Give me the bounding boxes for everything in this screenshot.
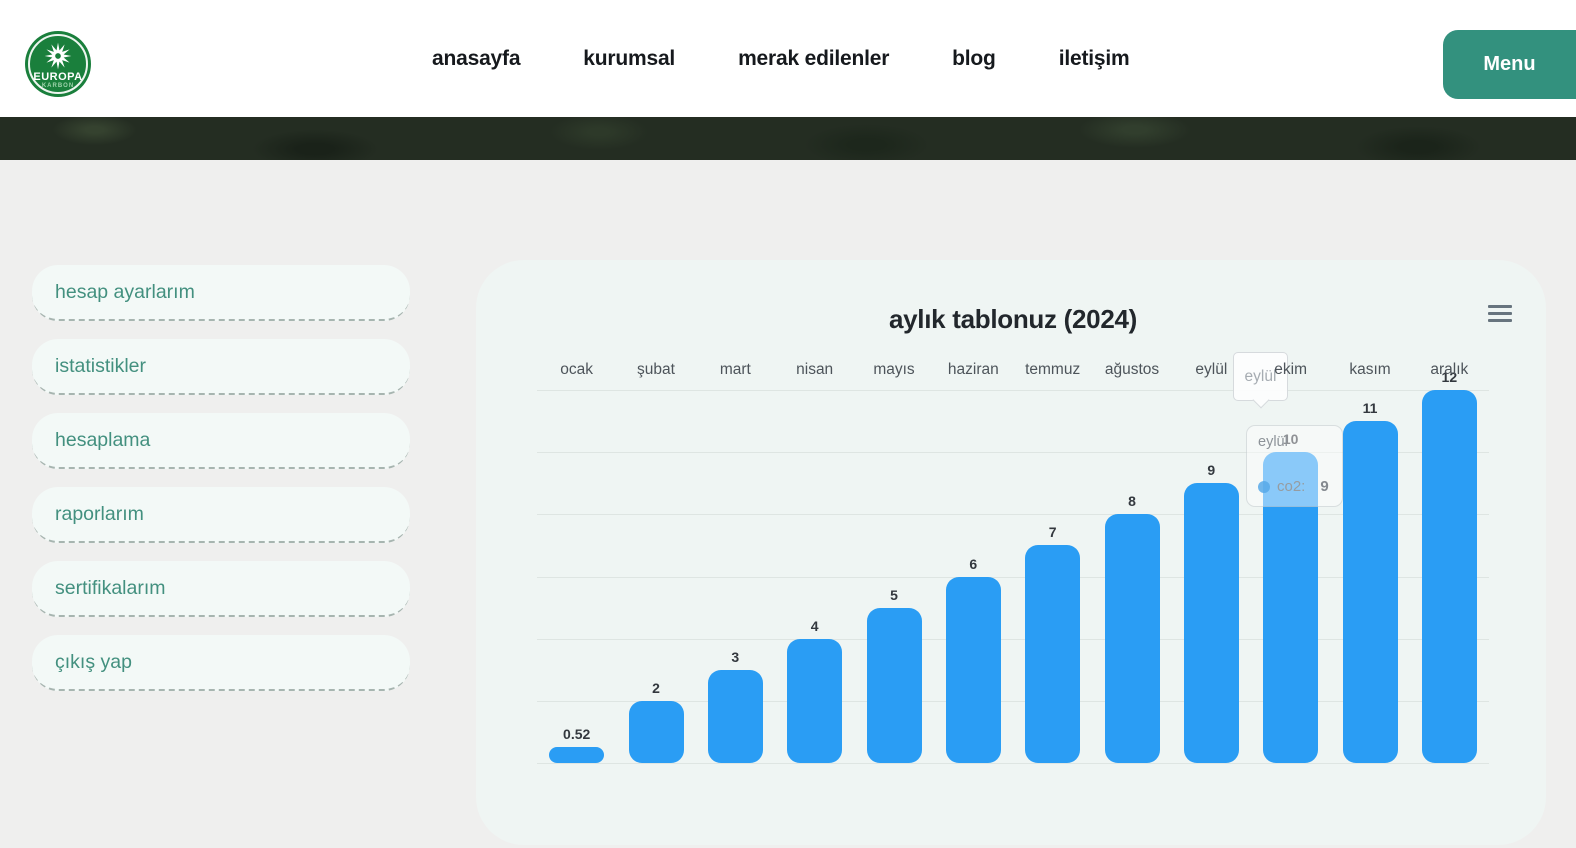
x-axis-label-11: aralık [1430, 361, 1468, 379]
sidebar-item-hesaplama[interactable]: hesaplama [32, 413, 410, 469]
sidebar-item-label: çıkış yap [32, 635, 410, 689]
x-axis-label-4: mayıs [873, 361, 914, 379]
top-header: EUROPA KARBON anasayfa kurumsal merak edil… [0, 0, 1576, 117]
bar-eylül[interactable] [1184, 483, 1239, 763]
data-label-kasım: 11 [1363, 400, 1378, 416]
sidebar-item-raporlarim[interactable]: raporlarım [32, 487, 410, 543]
content-section: hesap ayarlarım istatistikler hesaplama rap… [0, 160, 1576, 848]
data-label-mayıs: 5 [890, 587, 898, 603]
nav-item-merak-edilenler[interactable]: merak edilenler [738, 47, 889, 71]
bar-şubat[interactable] [629, 701, 684, 763]
gridline-y-0 [537, 763, 1489, 764]
chart-title: aylık tablonuz (2024) [889, 304, 1137, 335]
x-axis-label-3: nisan [796, 361, 833, 379]
sidebar-item-label: raporlarım [32, 487, 410, 541]
data-label-haziran: 6 [969, 556, 977, 572]
bar-kasım[interactable] [1343, 421, 1398, 763]
chart-card: aylık tablonuz (2024) ocak şubat mart nisan… [476, 260, 1546, 845]
hero-forest-image [0, 117, 1576, 160]
series-bullet-icon [1258, 481, 1270, 493]
bar-mart[interactable] [708, 670, 763, 763]
plot-area: 0.5223456789101112 [537, 390, 1489, 763]
x-axis-label-6: temmuz [1025, 361, 1080, 379]
data-label-ağustos: 8 [1128, 493, 1136, 509]
sidebar-item-cikis-yap[interactable]: çıkış yap [32, 635, 410, 691]
gridline-y-12 [537, 390, 1489, 391]
bar-nisan[interactable] [787, 639, 842, 763]
bar-aralık[interactable] [1422, 390, 1477, 763]
x-axis-label-10: kasım [1349, 361, 1390, 379]
data-label-mart: 3 [731, 649, 739, 665]
data-label-eylül: 9 [1207, 462, 1215, 478]
starburst-icon [43, 41, 73, 71]
tooltip-row: co2: 9 [1258, 478, 1329, 495]
sidebar-item-label: sertifikalarım [32, 561, 410, 615]
nav-item-kurumsal[interactable]: kurumsal [583, 47, 675, 71]
bar-temmuz[interactable] [1025, 545, 1080, 763]
data-label-ocak: 0.52 [563, 726, 590, 742]
bar-mayıs[interactable] [867, 608, 922, 763]
x-axis-label-1: şubat [637, 361, 675, 379]
menu-button[interactable]: Menu [1443, 30, 1576, 99]
crosshair-label-text: eylül [1245, 368, 1277, 386]
nav-item-blog[interactable]: blog [952, 47, 996, 71]
tooltip-series-label: co2: [1277, 478, 1305, 495]
data-label-temmuz: 7 [1049, 524, 1057, 540]
sidebar-item-istatistikler[interactable]: istatistikler [32, 339, 410, 395]
sidebar-item-label: hesap ayarlarım [32, 265, 410, 319]
brand-logo[interactable]: EUROPA KARBON [25, 31, 91, 97]
x-axis-label-7: ağustos [1105, 361, 1159, 379]
x-axis-label-0: ocak [560, 361, 593, 379]
bar-ocak[interactable] [549, 747, 604, 763]
nav-item-iletisim[interactable]: iletişim [1059, 47, 1130, 71]
x-axis-label-5: haziran [948, 361, 999, 379]
data-label-nisan: 4 [811, 618, 819, 634]
data-label-şubat: 2 [652, 680, 660, 696]
sidebar-item-label: istatistikler [32, 339, 410, 393]
chart-tooltip: eylül co2: 9 [1246, 425, 1343, 507]
sidebar-item-sertifikalarim[interactable]: sertifikalarım [32, 561, 410, 617]
main-nav: anasayfa kurumsal merak edilenler blog ileti… [432, 0, 1129, 117]
tooltip-value: 9 [1320, 478, 1328, 495]
x-axis-label-2: mart [720, 361, 751, 379]
x-axis-label-9: ekim [1274, 361, 1307, 379]
tooltip-header: eylül [1258, 434, 1288, 450]
chart-context-menu-icon[interactable] [1488, 305, 1512, 322]
bar-haziran[interactable] [946, 577, 1001, 764]
brand-subtext: KARBON [25, 83, 91, 89]
sidebar-item-hesap-ayarlarim[interactable]: hesap ayarlarım [32, 265, 410, 321]
sidebar-item-label: hesaplama [32, 413, 410, 467]
brand-name: EUROPA [25, 71, 91, 83]
nav-item-anasayfa[interactable]: anasayfa [432, 47, 520, 71]
x-axis-label-8: eylül [1195, 361, 1227, 379]
bar-ağustos[interactable] [1105, 514, 1160, 763]
